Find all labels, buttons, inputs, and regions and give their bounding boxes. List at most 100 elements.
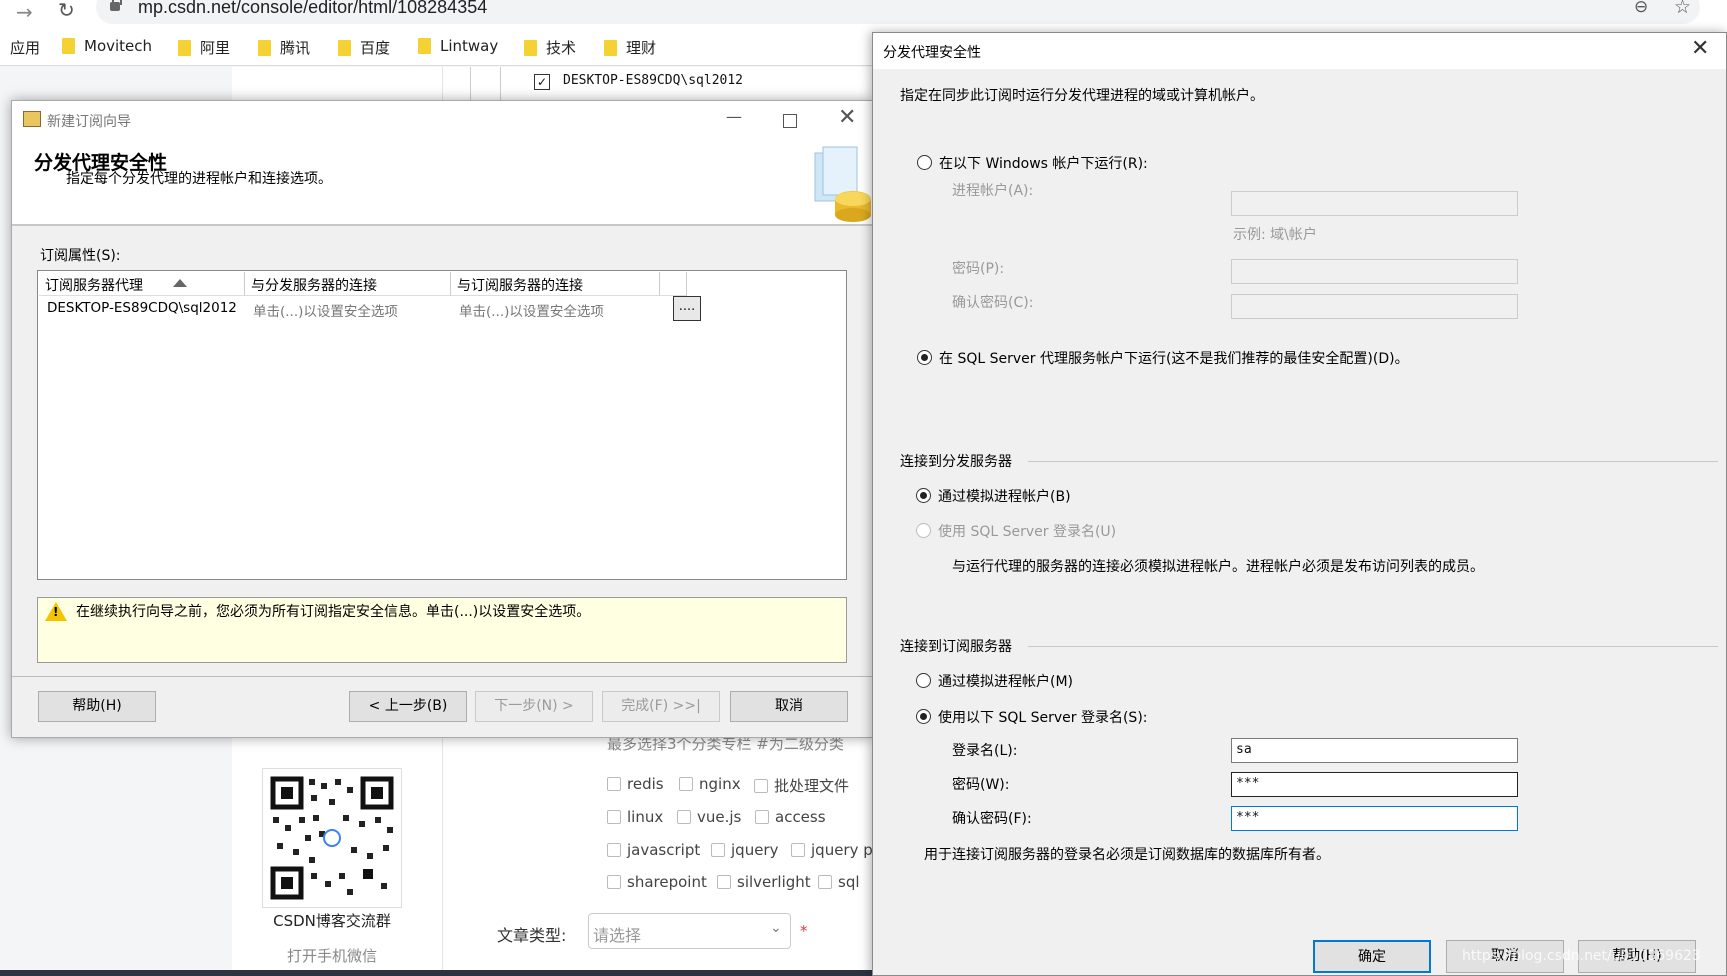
process-account-field[interactable] (1231, 191, 1518, 216)
distribution-agent-security-dialog: 分发代理安全性 ✕ 指定在同步此订阅时运行分发代理进程的域或计算机帐户。 在以下… (872, 32, 1727, 976)
checkbox[interactable] (607, 875, 621, 889)
checkbox[interactable] (607, 777, 621, 791)
tag-checkbox[interactable]: redis (607, 775, 664, 793)
checkbox[interactable] (754, 778, 768, 793)
ellipsis-button[interactable]: .... (673, 296, 701, 321)
database-graphic-icon (809, 143, 871, 223)
tag-checkbox[interactable]: vue.js (677, 808, 741, 826)
ok-button[interactable]: 确定 (1313, 940, 1431, 973)
column-header-subscriber-connection[interactable]: 与订阅服务器的连接 (451, 272, 660, 296)
password-field[interactable] (1231, 259, 1518, 284)
account-example: 示例: 域\帐户 (1233, 227, 1317, 243)
bookmark-label: 阿里 (200, 39, 231, 57)
distributor-connection-cell[interactable]: 单击(...)以设置安全选项 (245, 297, 451, 321)
tag-label: linux (627, 808, 664, 826)
bookmark-label: 技术 (546, 39, 577, 57)
reload-icon[interactable]: ↻ (58, 0, 75, 22)
bookmark-finance[interactable]: 理财 (604, 37, 656, 58)
bookmark-lintway[interactable]: Lintway (418, 37, 498, 55)
sub-sql-login-label[interactable]: 使用以下 SQL Server 登录名(S): (938, 707, 1148, 727)
tag-checkbox[interactable]: javascript (607, 841, 700, 859)
dist-impersonate-label[interactable]: 通过模拟进程帐户(B) (938, 486, 1071, 506)
column-header-subscriber-agent[interactable]: 订阅服务器代理 (39, 272, 245, 296)
sub-confirm-password-field[interactable]: *** (1231, 806, 1518, 831)
confirm-password-field[interactable] (1231, 294, 1518, 319)
checkbox[interactable] (791, 843, 805, 857)
run-as-agent-label[interactable]: 在 SQL Server 代理服务帐户下运行(这不是我们推荐的最佳安全配置)(D… (939, 348, 1409, 368)
radio-dist-sql-login[interactable] (916, 523, 931, 538)
subscriber-connection-cell[interactable]: 单击(...)以设置安全选项 (451, 297, 660, 321)
checkbox[interactable] (711, 843, 725, 857)
bookmark-movitech[interactable]: Movitech (62, 37, 152, 55)
checkbox[interactable] (717, 875, 731, 889)
bookmark-star-icon[interactable]: ☆ (1674, 0, 1691, 18)
radio-run-as-windows-account[interactable] (917, 155, 932, 170)
login-name-field[interactable]: sa (1231, 738, 1518, 763)
bookmark-label: 应用 (10, 39, 41, 57)
dialog-intro: 指定在同步此订阅时运行分发代理进程的域或计算机帐户。 (900, 88, 1264, 104)
checkbox-checked[interactable]: ✓ (534, 74, 550, 90)
cancel-button[interactable]: 取消 (730, 691, 848, 722)
finish-button[interactable]: 完成(F) >>| (602, 691, 720, 722)
tag-checkbox[interactable]: linux (607, 808, 663, 826)
bookmark-baidu[interactable]: 百度 (338, 37, 390, 58)
tag-checkbox[interactable]: silverlight (717, 873, 811, 891)
checkbox[interactable] (755, 810, 769, 824)
minimize-icon[interactable]: — (726, 107, 742, 126)
checkbox[interactable] (607, 843, 621, 857)
subscription-properties-grid[interactable]: 订阅服务器代理 与分发服务器的连接 与订阅服务器的连接 DESKTOP-ES89… (37, 270, 847, 580)
subscriber-group-title: 连接到订阅服务器 (900, 639, 1012, 655)
subscriber-note: 用于连接订阅服务器的登录名必须是订阅数据库的数据库所有者。 (924, 847, 1330, 863)
tag-checkbox[interactable]: sharepoint (607, 873, 707, 891)
article-type-label: 文章类型: (497, 926, 567, 945)
lock-icon[interactable] (110, 0, 122, 11)
checkbox[interactable] (679, 777, 693, 791)
subscriber-agent-cell[interactable]: DESKTOP-ES89CDQ\sql2012 (39, 297, 245, 321)
zoom-out-icon[interactable]: ⊖ (1634, 0, 1648, 17)
warning-box: ! 在继续执行向导之前，您必须为所有订阅指定安全信息。单击(...)以设置安全选… (37, 597, 847, 663)
chevron-down-icon[interactable]: ⌄ (770, 920, 782, 936)
run-as-windows-label[interactable]: 在以下 Windows 帐户下运行(R): (939, 153, 1148, 173)
close-icon[interactable]: ✕ (1691, 36, 1709, 61)
bookmark-apps[interactable]: 应用 (10, 37, 40, 58)
tag-checkbox[interactable]: sql (818, 873, 860, 891)
confirm-password-label: 确认密码(C): (952, 295, 1034, 311)
checkbox[interactable] (607, 810, 621, 824)
radio-sub-impersonate[interactable] (916, 673, 931, 688)
help-button[interactable]: 帮助(H) (38, 691, 156, 722)
bookmark-ali[interactable]: 阿里 (178, 37, 230, 58)
dist-sql-login-label: 使用 SQL Server 登录名(U) (938, 524, 1117, 540)
tag-checkbox[interactable]: 批处理文件 (754, 775, 849, 796)
maximize-icon[interactable] (783, 114, 797, 128)
bookmark-tech[interactable]: 技术 (524, 37, 576, 58)
tag-checkbox[interactable]: jquery pl (791, 841, 877, 859)
divider (12, 676, 872, 677)
column-header-label: 与分发服务器的连接 (251, 278, 377, 294)
tag-checkbox[interactable]: access (755, 808, 826, 826)
sub-password-label: 密码(W): (952, 777, 1010, 793)
radio-run-as-agent-account[interactable] (917, 350, 932, 365)
folder-icon (178, 39, 191, 56)
close-icon[interactable]: ✕ (838, 105, 856, 130)
tag-label: jquery (731, 841, 779, 859)
sub-password-field[interactable]: *** (1231, 772, 1518, 797)
tag-label: nginx (699, 775, 741, 793)
tag-label: vue.js (697, 808, 742, 826)
bookmark-tencent[interactable]: 腾讯 (258, 37, 310, 58)
url-text[interactable]: mp.csdn.net/console/editor/html/10828435… (138, 0, 487, 18)
column-header-blank (660, 272, 687, 296)
back-button[interactable]: < 上一步(B) (349, 691, 467, 722)
back-arrow-icon[interactable]: → (16, 0, 33, 24)
folder-icon (258, 39, 271, 56)
checkbox[interactable] (677, 810, 691, 824)
column-header-distributor-connection[interactable]: 与分发服务器的连接 (245, 272, 451, 296)
radio-sub-sql-login[interactable] (916, 709, 931, 724)
divider (500, 67, 501, 101)
checkbox[interactable] (818, 875, 832, 889)
sub-impersonate-label[interactable]: 通过模拟进程帐户(M) (938, 671, 1073, 691)
tag-checkbox[interactable]: jquery (711, 841, 778, 859)
radio-dist-impersonate[interactable] (916, 488, 931, 503)
tag-label: javascript (627, 841, 701, 859)
tag-checkbox[interactable]: nginx (679, 775, 741, 793)
next-button[interactable]: 下一步(N) > (475, 691, 593, 722)
